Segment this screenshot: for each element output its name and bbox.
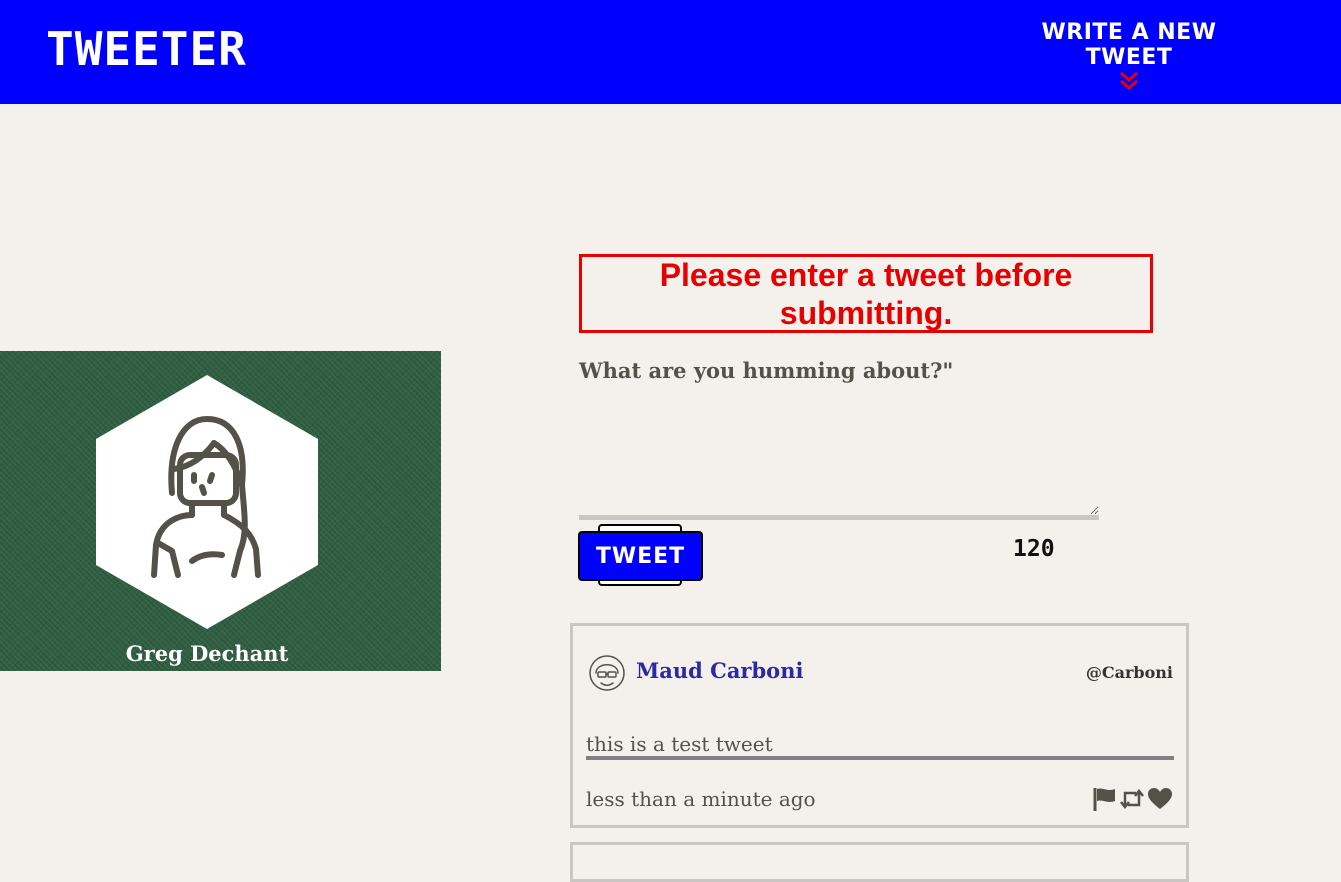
retweet-icon[interactable] bbox=[1119, 786, 1145, 812]
tweet-card-next bbox=[570, 842, 1189, 882]
user-avatar-icon bbox=[96, 375, 318, 629]
character-counter: 120 bbox=[1013, 536, 1055, 562]
double-chevron-down-icon[interactable] bbox=[1118, 70, 1140, 92]
profile-name: Greg Dechant bbox=[125, 641, 289, 666]
tweet-actions bbox=[1091, 786, 1173, 812]
heart-icon[interactable] bbox=[1147, 786, 1173, 812]
profile-banner: Greg Dechant bbox=[0, 351, 441, 671]
flag-icon[interactable] bbox=[1091, 786, 1117, 812]
compose-prompt-label: What are you humming about?" bbox=[579, 358, 954, 383]
tweet-submit-button[interactable]: TWEET bbox=[578, 531, 703, 581]
tweet-timestamp: less than a minute ago bbox=[586, 787, 816, 811]
error-message: Please enter a tweet before submitting. bbox=[659, 256, 1073, 331]
author-name[interactable]: Maud Carboni bbox=[636, 658, 803, 683]
author-avatar-icon bbox=[589, 655, 625, 691]
tweet-card: Maud Carboni @Carboni this is a test twe… bbox=[570, 623, 1189, 828]
author-handle: @Carboni bbox=[1085, 663, 1173, 682]
tweet-text: this is a test tweet bbox=[586, 732, 1174, 760]
top-nav: TWEETER WRITE A NEW TWEET bbox=[0, 0, 1341, 104]
error-message-box: Please enter a tweet before submitting. bbox=[579, 254, 1153, 333]
tweet-textarea[interactable] bbox=[579, 392, 1099, 520]
brand-logo[interactable]: TWEETER bbox=[46, 22, 247, 76]
write-new-tweet-label[interactable]: WRITE A NEW TWEET bbox=[1000, 20, 1258, 70]
tweet-button-wrapper: TWEET bbox=[578, 524, 704, 586]
write-new-tweet-toggle[interactable]: WRITE A NEW TWEET bbox=[1000, 20, 1258, 92]
